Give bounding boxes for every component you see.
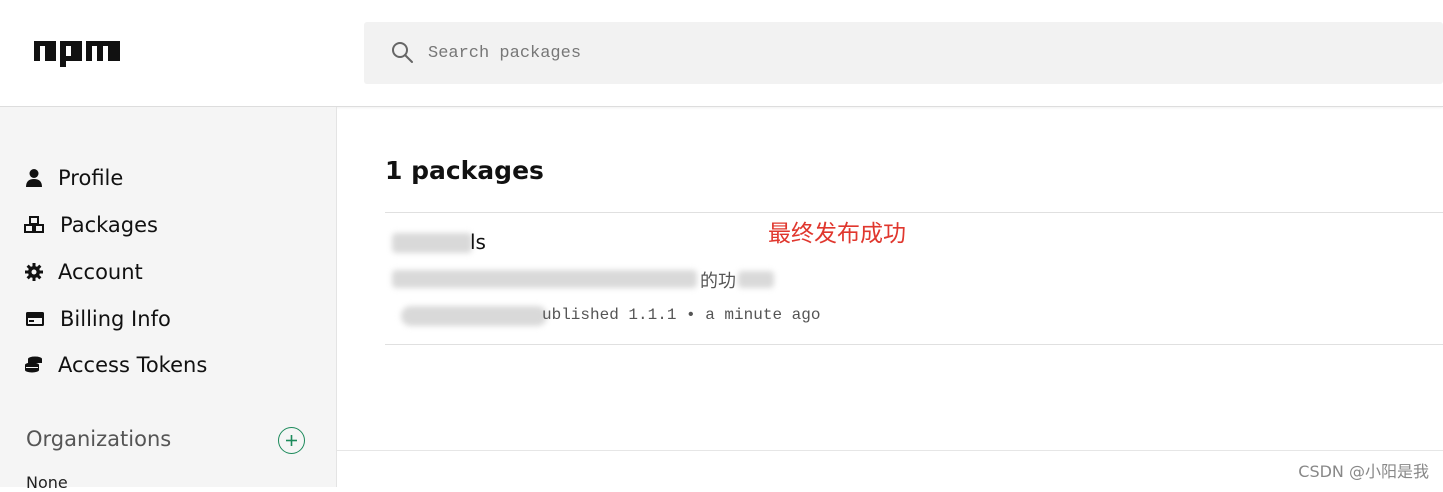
sidebar-item-billing-info[interactable]: Billing Info [24,304,171,334]
page-title: 1 packages [385,156,544,185]
redacted-blur [392,270,697,288]
annotation-text: 最终发布成功 [768,221,906,247]
redacted-blur [392,233,472,253]
sidebar-item-profile[interactable]: Profile [24,163,123,193]
organizations-heading: Organizations [26,427,172,451]
user-icon [26,169,42,187]
sidebar-item-packages[interactable]: Packages [24,210,158,240]
top-header: npm [0,0,1443,107]
gear-icon [25,263,43,281]
redacted-blur [738,271,774,288]
search-icon [392,42,413,63]
divider [385,344,1443,345]
search-bar[interactable] [364,22,1443,84]
npm-logo[interactable] [34,41,120,67]
sidebar-item-label: Packages [60,213,158,237]
plus-icon [286,435,297,446]
sidebar-item-account[interactable]: Account [24,257,143,287]
sidebar-item-label: Profile [58,166,124,190]
sidebar-item-label: Access Tokens [58,353,208,377]
cubes-icon [24,216,44,233]
coins-icon [25,356,42,373]
package-name[interactable]: ls [470,230,486,254]
search-input[interactable] [428,22,1388,84]
sidebar: Profile Packages Account Billing Info Ac… [0,107,337,492]
add-organization-button[interactable] [278,427,305,454]
credit-card-icon [26,312,44,326]
divider [337,450,1443,451]
package-description: 的功 [700,271,736,292]
sidebar-item-label: Billing Info [60,307,171,331]
sidebar-item-label: Account [58,260,143,284]
package-publish-info: ublished 1.1.1 • a minute ago [542,306,821,324]
organizations-empty: None [26,473,68,492]
sidebar-item-access-tokens[interactable]: Access Tokens [24,350,207,380]
redacted-blur [401,306,547,326]
watermark: CSDN @小阳是我 [1298,462,1429,481]
divider [385,212,1443,213]
